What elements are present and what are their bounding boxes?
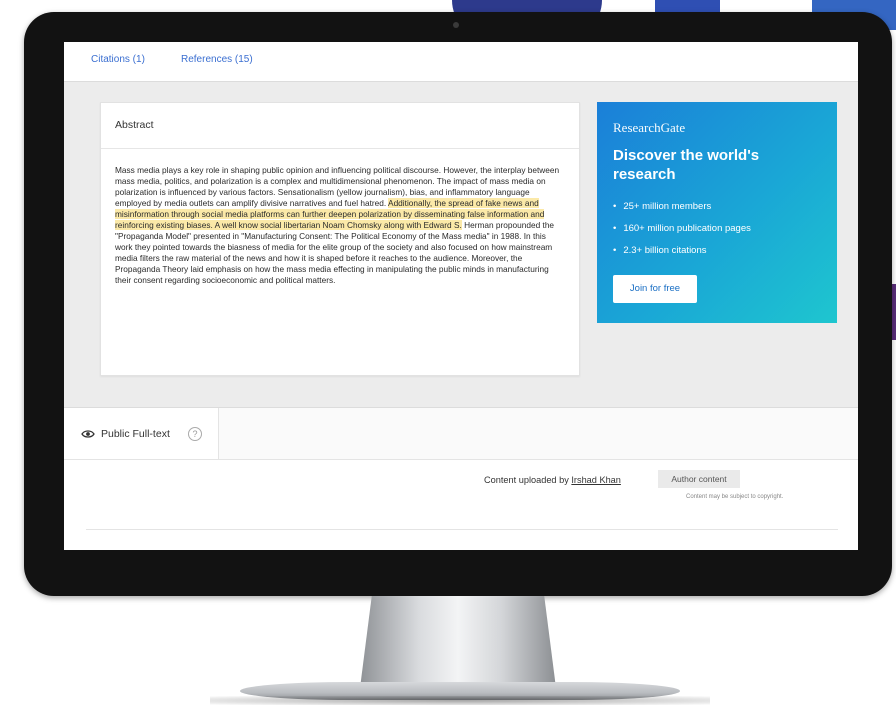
- uploader-link[interactable]: Irshad Khan: [571, 475, 621, 485]
- tab-public-fulltext[interactable]: Public Full-text ?: [64, 408, 219, 460]
- abstract-heading: Abstract: [101, 103, 579, 149]
- eye-icon: [81, 430, 95, 438]
- question-icon[interactable]: ?: [188, 427, 202, 441]
- tab-references[interactable]: References (15): [181, 54, 253, 65]
- promo-stat-item: 2.3+ billion citations: [613, 240, 821, 262]
- screen: Citations (1) References (15) Abstract M…: [64, 42, 858, 550]
- promo-title: Discover the world's research: [613, 147, 760, 183]
- uploaded-by-line: Content uploaded by Irshad Khan: [484, 475, 621, 485]
- abstract-card: Abstract Mass media plays a key role in …: [100, 102, 580, 376]
- promo-stat-item: 160+ million publication pages: [613, 218, 821, 240]
- promo-stat-item: 25+ million members: [613, 196, 821, 218]
- publication-tabs: Citations (1) References (15): [64, 42, 858, 82]
- promo-stats: 25+ million members 160+ million publica…: [613, 196, 821, 262]
- copyright-note: Content may be subject to copyright.: [686, 494, 784, 500]
- researchgate-logo: ResearchGate: [613, 120, 686, 135]
- tab-citations[interactable]: Citations (1): [91, 54, 145, 65]
- uploaded-by-prefix: Content uploaded by: [484, 475, 569, 485]
- researchgate-promo: ResearchGate Discover the world's resear…: [597, 102, 837, 323]
- author-content-badge: Author content: [658, 470, 740, 488]
- fulltext-panel: Public Full-text ? Content uploaded by I…: [64, 407, 858, 550]
- monitor-stand: [360, 596, 556, 688]
- abstract-text-part: Herman propounded the "Propaganda Model"…: [115, 220, 555, 286]
- public-fulltext-label: Public Full-text: [101, 428, 170, 440]
- join-for-free-button[interactable]: Join for free: [613, 275, 697, 303]
- stand-shadow: [210, 696, 710, 705]
- tab-strip: [219, 408, 858, 460]
- divider: [86, 529, 838, 530]
- webcam-dot: [453, 22, 459, 28]
- abstract-text: Mass media plays a key role in shaping p…: [101, 149, 579, 287]
